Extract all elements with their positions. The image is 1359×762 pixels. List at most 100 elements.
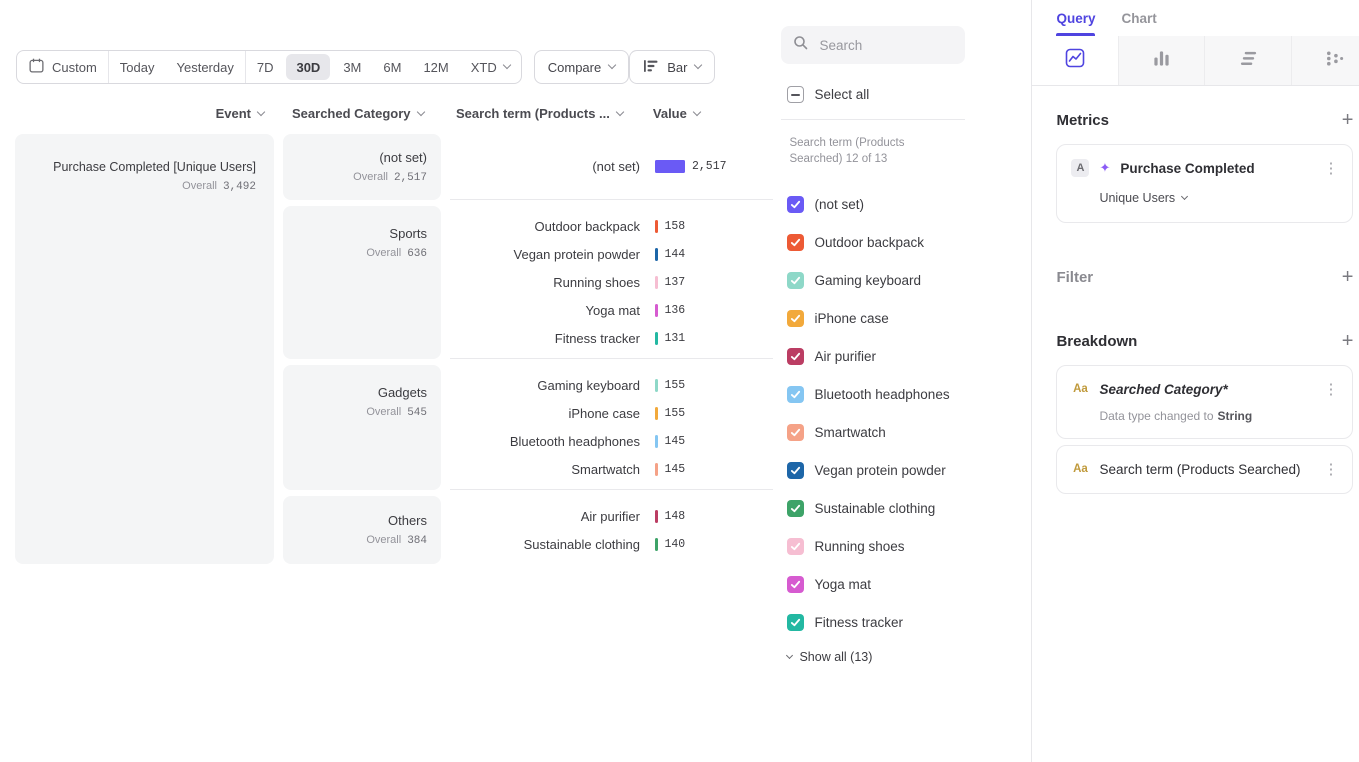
column-header-search-term[interactable]: Search term (Products ... [450,106,623,121]
filter-item[interactable]: Yoga mat [781,565,1031,603]
table-row[interactable]: Bluetooth headphones 145 [450,427,773,455]
category-cell[interactable]: Others Overall384 [283,496,441,564]
value-bar[interactable] [655,304,658,317]
checkbox-checked-icon[interactable] [787,424,804,441]
value-cell: 145 [655,435,685,448]
date-range-6m[interactable]: 6M [372,51,412,83]
filter-item[interactable]: iPhone case [781,299,1031,337]
table-row[interactable]: Air purifier 148 [450,502,773,530]
filter-item[interactable]: Vegan protein powder [781,451,1031,489]
add-filter-button[interactable]: + [1342,267,1354,287]
table-row[interactable]: (not set) 2,517 [450,153,773,181]
filter-item[interactable]: Bluetooth headphones [781,375,1031,413]
table-row[interactable]: Gaming keyboard 155 [450,371,773,399]
search-term-label: Fitness tracker [450,331,640,346]
checkbox-checked-icon[interactable] [787,196,804,213]
breakdown-card[interactable]: Aa Searched Category* ⋮ Data type change… [1056,365,1353,439]
value-bar[interactable] [655,510,658,523]
date-range-yesterday[interactable]: Yesterday [166,51,245,83]
table-row[interactable]: Outdoor backpack 158 [450,212,773,240]
value-bar[interactable] [655,248,658,261]
checkbox-checked-icon[interactable] [787,500,804,517]
date-range-7d[interactable]: 7D [246,51,285,83]
event-cell[interactable]: Purchase Completed [Unique Users] Overal… [15,134,274,564]
show-all-button[interactable]: Show all (13) [781,650,1031,664]
filter-item[interactable]: Fitness tracker [781,603,1031,641]
query-panel-tabs: Query Chart [1032,0,1359,36]
column-header-value[interactable]: Value [653,106,700,121]
table-row[interactable]: Smartwatch 145 [450,455,773,483]
tab-flows-chart[interactable] [1292,36,1359,85]
tab-insights-chart[interactable] [1032,36,1119,85]
tab-chart[interactable]: Chart [1121,0,1156,36]
table-row[interactable]: Sustainable clothing 140 [450,530,773,558]
checkbox-checked-icon[interactable] [787,538,804,555]
column-header-category[interactable]: Searched Category [283,106,441,121]
kebab-menu-icon[interactable]: ⋮ [1321,380,1340,398]
kebab-menu-icon[interactable]: ⋮ [1321,159,1340,177]
chart-type-button[interactable]: Bar [629,50,715,84]
filter-item[interactable]: Smartwatch [781,413,1031,451]
value-bar[interactable] [655,160,685,173]
measure-dropdown[interactable]: Unique Users [1099,191,1187,205]
custom-date-button[interactable]: Custom [17,51,108,83]
checkbox-checked-icon[interactable] [787,234,804,251]
checkbox-indeterminate-icon[interactable] [787,86,804,103]
tab-bar-chart[interactable] [1119,36,1206,85]
add-metric-button[interactable]: + [1342,110,1354,130]
value-bar[interactable] [655,332,658,345]
value-bar[interactable] [655,379,658,392]
search-box[interactable] [781,26,965,64]
date-range-3m[interactable]: 3M [332,51,372,83]
checkbox-checked-icon[interactable] [787,272,804,289]
table-row[interactable]: iPhone case 155 [450,399,773,427]
select-all-row[interactable]: Select all [781,86,1031,103]
date-range-12m[interactable]: 12M [412,51,459,83]
checkbox-checked-icon[interactable] [787,386,804,403]
filter-item[interactable]: Sustainable clothing [781,489,1031,527]
date-range-xtd[interactable]: XTD [460,51,521,83]
search-term-label: Bluetooth headphones [450,434,640,449]
search-term-label: Air purifier [450,509,640,524]
date-range-today[interactable]: Today [109,51,166,83]
filter-item[interactable]: Running shoes [781,527,1031,565]
table-group: Gadgets Overall545 Gaming keyboard 155 i… [283,365,773,490]
checkbox-checked-icon[interactable] [787,614,804,631]
tab-retention-chart[interactable] [1205,36,1292,85]
value-bar[interactable] [655,538,658,551]
checkbox-checked-icon[interactable] [787,348,804,365]
checkbox-checked-icon[interactable] [787,576,804,593]
compare-button[interactable]: Compare [534,50,629,84]
value-bar[interactable] [655,407,658,420]
chevron-down-icon [608,61,616,69]
breakdown-card[interactable]: Aa Search term (Products Searched) ⋮ [1056,445,1353,494]
category-cell[interactable]: Sports Overall636 [283,206,441,359]
table-row[interactable]: Fitness tracker 131 [450,324,773,352]
filter-item[interactable]: (not set) [781,185,1031,223]
metric-card[interactable]: A ✦ Purchase Completed ⋮ Unique Users [1056,144,1353,223]
filter-item[interactable]: Air purifier [781,337,1031,375]
search-input[interactable] [817,37,949,54]
filter-item[interactable]: Gaming keyboard [781,261,1031,299]
filter-item[interactable]: Outdoor backpack [781,223,1031,261]
checkbox-checked-icon[interactable] [787,310,804,327]
category-cell[interactable]: Gadgets Overall545 [283,365,441,490]
table-row[interactable]: Vegan protein powder 144 [450,240,773,268]
category-overall: Overall545 [366,406,427,419]
value-bar[interactable] [655,276,658,289]
checkbox-checked-icon[interactable] [787,462,804,479]
value-bar[interactable] [655,220,658,233]
category-cell[interactable]: (not set) Overall2,517 [283,134,441,200]
table-row[interactable]: Running shoes 137 [450,268,773,296]
term-rows: Air purifier 148 Sustainable clothing 14… [450,496,773,564]
value-bar[interactable] [655,435,658,448]
add-breakdown-button[interactable]: + [1342,331,1354,351]
table-row[interactable]: Yoga mat 136 [450,296,773,324]
date-range-30d[interactable]: 30D [286,54,330,80]
kebab-menu-icon[interactable]: ⋮ [1321,460,1340,478]
filter-item-label: iPhone case [814,311,888,326]
tab-query[interactable]: Query [1056,0,1095,36]
column-header-event[interactable]: Event [15,106,274,121]
filter-item-label: Vegan protein powder [814,463,945,478]
value-bar[interactable] [655,463,658,476]
